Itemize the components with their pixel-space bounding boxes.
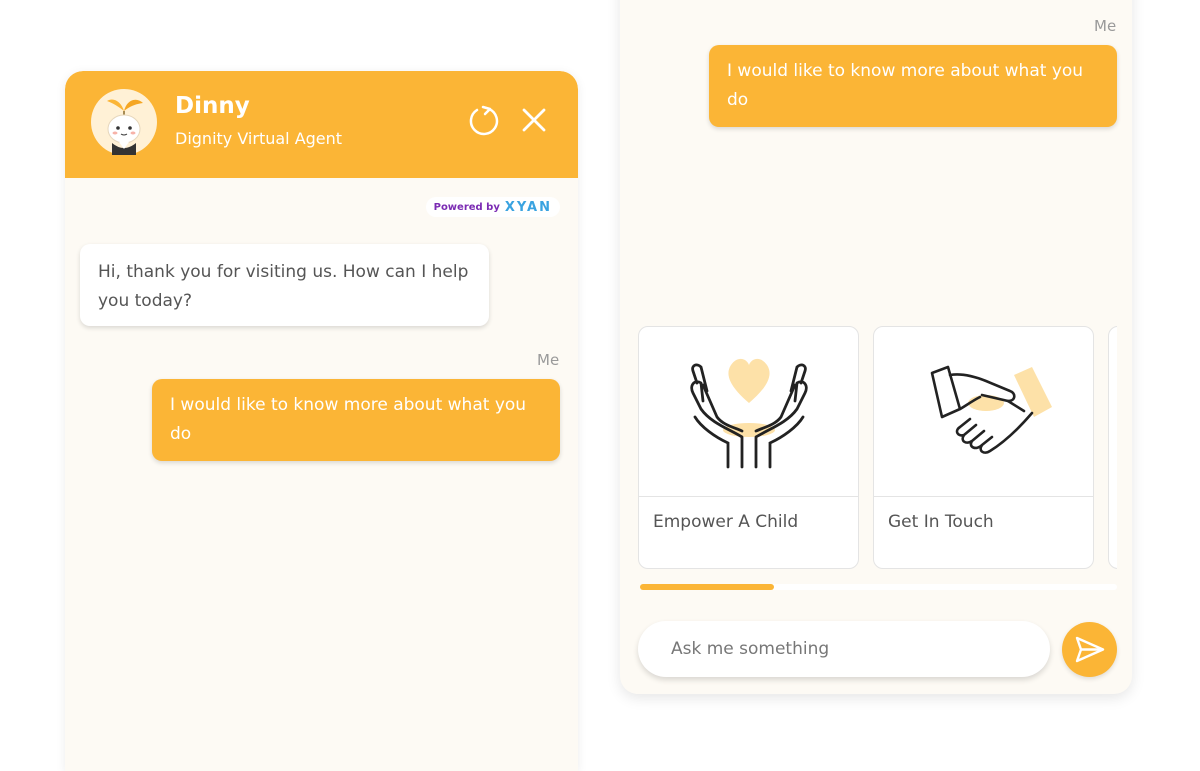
user-message: I would like to know more about what you… bbox=[709, 45, 1117, 127]
mascot-avatar-icon bbox=[91, 89, 157, 155]
send-button[interactable] bbox=[1062, 622, 1117, 677]
agent-name: Dinny bbox=[175, 93, 250, 119]
carousel-scrollbar-thumb[interactable] bbox=[640, 584, 774, 590]
powered-by-brand: XYAN bbox=[504, 199, 552, 215]
handshake-icon bbox=[874, 327, 1093, 497]
card-title: Empower A Child bbox=[653, 512, 799, 532]
chat-widget-left: Dinny Dignity Virtual Agent Powered by X… bbox=[65, 71, 578, 771]
user-message: I would like to know more about what you… bbox=[152, 379, 560, 461]
me-label: Me bbox=[1094, 17, 1117, 35]
agent-subtitle: Dignity Virtual Agent bbox=[175, 129, 343, 148]
carousel-scrollbar[interactable] bbox=[640, 584, 1117, 590]
send-icon bbox=[1075, 636, 1105, 663]
caring-hands-heart-icon bbox=[639, 327, 858, 497]
bot-message: Hi, thank you for visiting us. How can I… bbox=[80, 244, 489, 326]
message-input[interactable] bbox=[638, 621, 1050, 677]
card-title: Get In Touch bbox=[888, 512, 994, 532]
card-carousel[interactable]: Empower A Child Get In Touch bbox=[638, 326, 1117, 570]
card-partial-next[interactable] bbox=[1108, 326, 1117, 569]
me-label: Me bbox=[537, 351, 560, 369]
powered-by-prefix: Powered by bbox=[433, 201, 500, 213]
card-empower-a-child[interactable]: Empower A Child bbox=[638, 326, 859, 569]
card-get-in-touch[interactable]: Get In Touch bbox=[873, 326, 1094, 569]
powered-by-badge[interactable]: Powered by XYAN bbox=[425, 197, 560, 217]
refresh-icon[interactable] bbox=[467, 103, 501, 137]
chat-header: Dinny Dignity Virtual Agent bbox=[65, 71, 578, 178]
close-icon[interactable] bbox=[517, 103, 551, 137]
chat-widget-right: Me I would like to know more about what … bbox=[620, 0, 1132, 694]
